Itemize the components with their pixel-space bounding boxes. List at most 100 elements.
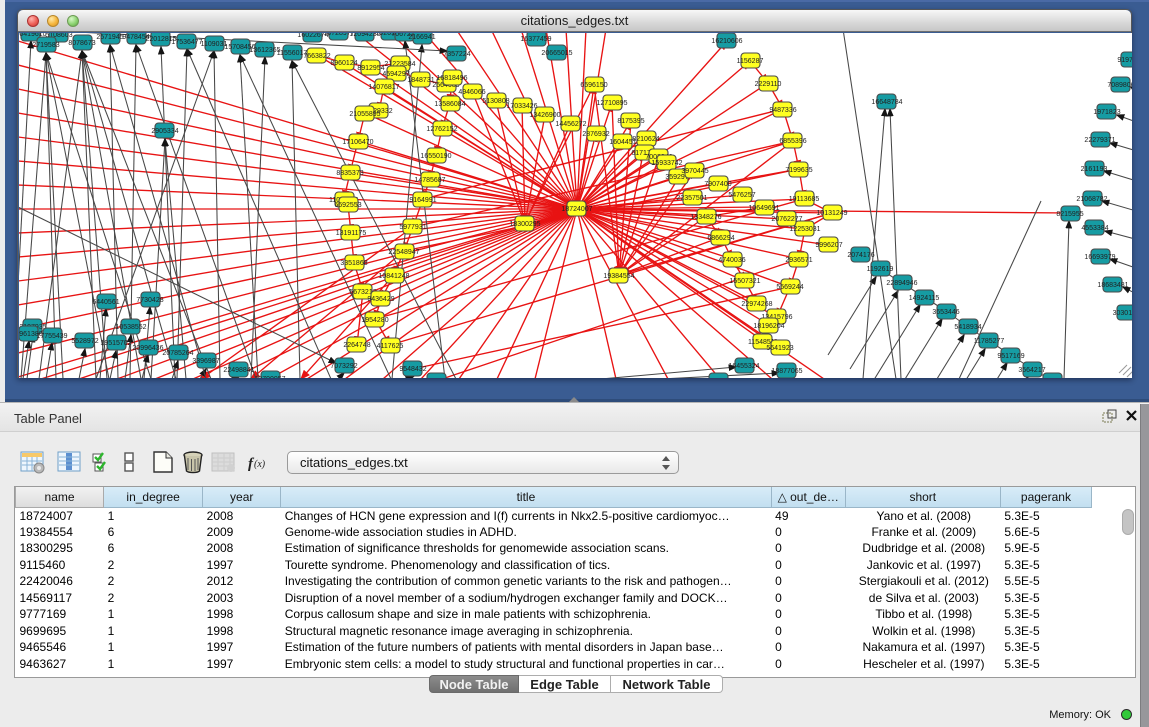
svg-text:19515702: 19515702 [100, 340, 131, 347]
svg-text:5418934: 5418934 [954, 324, 981, 331]
svg-text:13586084: 13586084 [434, 101, 465, 108]
svg-text:1156287: 1156287 [737, 58, 764, 65]
svg-text:16550190: 16550190 [420, 153, 451, 160]
svg-text:18877065: 18877065 [771, 368, 802, 375]
svg-text:22498841: 22498841 [223, 367, 254, 374]
svg-text:3653446: 3653446 [932, 309, 959, 316]
svg-text:4740036: 4740036 [718, 257, 745, 264]
svg-text:2905334: 2905334 [151, 128, 178, 135]
svg-text:10841248: 10841248 [378, 273, 409, 280]
svg-text:5476257: 5476257 [728, 192, 755, 199]
svg-text:4117625: 4117625 [377, 343, 404, 350]
svg-text:16693979: 16693979 [1084, 254, 1115, 261]
svg-text:17755439: 17755439 [36, 333, 67, 340]
svg-text:12710895: 12710895 [596, 100, 627, 107]
svg-text:14785687: 14785687 [414, 177, 445, 184]
svg-text:2229110: 2229110 [755, 81, 782, 88]
svg-text:19790057: 19790057 [254, 376, 285, 378]
svg-text:14456272: 14456272 [555, 121, 586, 128]
svg-text:4553384: 4553384 [1081, 225, 1108, 232]
svg-text:21068782: 21068782 [1076, 196, 1107, 203]
svg-text:16455324: 16455324 [728, 363, 759, 370]
svg-text:7663822: 7663822 [303, 53, 330, 60]
svg-text:8078673: 8078673 [68, 40, 95, 47]
svg-text:12253031: 12253031 [789, 226, 820, 233]
svg-text:9996207: 9996207 [815, 242, 842, 249]
svg-text:1954280: 1954280 [361, 317, 388, 324]
svg-text:18300295: 18300295 [509, 221, 540, 228]
svg-text:7073292: 7073292 [330, 363, 357, 370]
svg-text:9164991: 9164991 [409, 197, 436, 204]
svg-text:4946066: 4946066 [458, 89, 485, 96]
svg-text:20785264: 20785264 [162, 350, 193, 357]
svg-text:2876932: 2876932 [582, 131, 609, 138]
svg-text:1848731: 1848731 [407, 77, 434, 84]
svg-text:7730428: 7730428 [136, 297, 163, 304]
svg-text:17536477: 17536477 [171, 39, 202, 46]
svg-text:2571945: 2571945 [96, 34, 123, 41]
svg-text:9548432: 9548432 [399, 366, 426, 373]
svg-text:9197443: 9197443 [1117, 57, 1132, 64]
svg-text:22279371: 22279371 [1084, 137, 1115, 144]
svg-text:3351868: 3351868 [340, 260, 367, 267]
svg-text:17033426: 17033426 [506, 103, 537, 110]
svg-text:6855396: 6855396 [779, 138, 806, 145]
svg-text:6440561: 6440561 [92, 299, 119, 306]
svg-text:9517169: 9517169 [997, 353, 1024, 360]
svg-text:22974268: 22974268 [741, 301, 772, 308]
svg-text:(x): (x) [254, 459, 266, 470]
svg-text:2161193: 2161193 [1081, 166, 1108, 173]
svg-text:8912954: 8912954 [357, 65, 384, 72]
svg-text:7907400: 7907400 [704, 181, 731, 188]
svg-text:22894946: 22894946 [886, 280, 917, 287]
svg-text:11785277: 11785277 [974, 338, 1005, 345]
svg-text:5569244: 5569244 [776, 284, 803, 291]
svg-text:5977931: 5977931 [399, 224, 426, 231]
svg-text:2166941: 2166941 [408, 34, 435, 41]
svg-text:19384554: 19384554 [603, 273, 634, 280]
svg-text:16210606: 16210606 [711, 38, 742, 45]
svg-text:7199635: 7199635 [785, 167, 812, 174]
svg-text:14076817: 14076817 [368, 84, 399, 91]
svg-text:9436429: 9436429 [367, 296, 394, 303]
svg-text:17106470: 17106470 [342, 139, 373, 146]
svg-text:13191175: 13191175 [336, 230, 367, 237]
svg-text:18196204: 18196204 [753, 323, 784, 330]
svg-text:19113685: 19113685 [789, 196, 820, 203]
svg-text:2074176: 2074176 [847, 252, 874, 259]
svg-text:8960124: 8960124 [330, 60, 357, 67]
svg-text:10131249: 10131249 [816, 210, 847, 217]
svg-text:2264748: 2264748 [343, 342, 370, 349]
svg-text:10538552: 10538552 [115, 324, 146, 331]
svg-text:8835373: 8835373 [336, 170, 363, 177]
svg-text:6866294: 6866294 [707, 235, 734, 242]
svg-text:22548947: 22548947 [388, 249, 419, 256]
svg-text:3970445: 3970445 [681, 168, 708, 175]
svg-text:3396987: 3396987 [192, 358, 219, 365]
svg-text:3564217: 3564217 [1018, 367, 1045, 374]
svg-text:12762152: 12762152 [426, 126, 457, 133]
svg-text:1192619: 1192619 [867, 266, 894, 273]
svg-text:16648784: 16648784 [871, 99, 902, 106]
svg-text:13348276: 13348276 [690, 214, 721, 221]
svg-text:20996436: 20996436 [132, 345, 163, 352]
svg-text:16818496: 16818496 [436, 75, 467, 82]
svg-text:6596150: 6596150 [580, 82, 607, 89]
svg-text:9487336: 9487336 [769, 107, 796, 114]
svg-text:21055895: 21055895 [349, 111, 380, 118]
svg-text:16377459: 16377459 [520, 36, 551, 43]
svg-text:18683481: 18683481 [1097, 282, 1128, 289]
svg-text:2936571: 2936571 [785, 257, 812, 264]
svg-text:10649691: 10649691 [748, 205, 779, 212]
svg-text:18724007: 18724007 [561, 206, 592, 213]
svg-text:15933742: 15933742 [651, 160, 682, 167]
svg-text:3030113: 3030113 [1113, 310, 1132, 317]
svg-text:13426900: 13426900 [529, 112, 560, 119]
svg-text:20665015: 20665015 [541, 50, 572, 57]
svg-text:8210624: 8210624 [632, 136, 659, 143]
svg-text:8175395: 8175395 [617, 118, 644, 125]
svg-text:15507321: 15507321 [729, 278, 760, 285]
svg-text:14924115: 14924115 [909, 295, 940, 302]
svg-text:20762277: 20762277 [771, 216, 802, 223]
svg-text:8215955: 8215955 [1056, 211, 1083, 218]
